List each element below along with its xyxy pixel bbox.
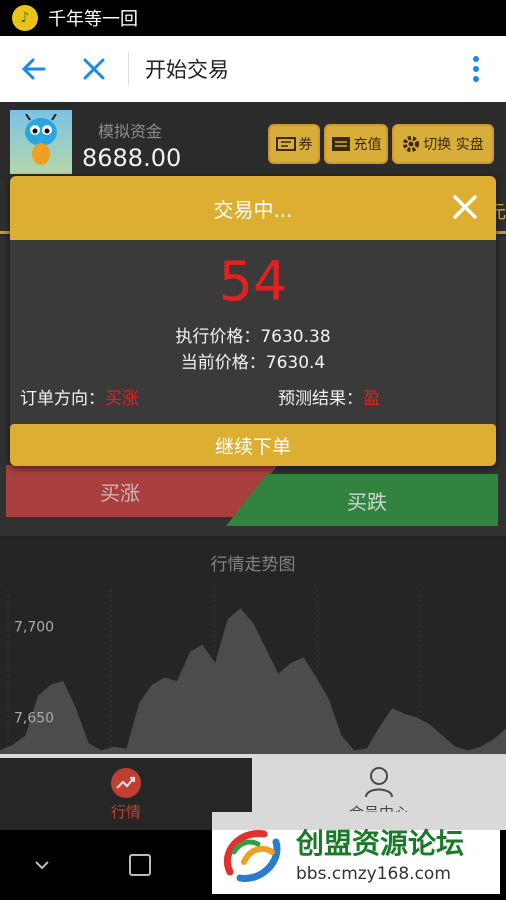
status-app-name: 千年等一回 (48, 9, 138, 30)
current-price-row: 当前价格：7630.4 (10, 348, 496, 373)
prediction-result-label: 预测结果： (278, 389, 363, 409)
chevron-down-icon[interactable] (34, 860, 50, 870)
order-direction-row: 订单方向：买涨 (20, 384, 139, 409)
more-menu-button[interactable] (446, 36, 506, 102)
fund-label: 模拟资金 (98, 122, 163, 141)
account-header: 模拟资金 8688.00 券 充值 切换 实盘 (0, 102, 506, 182)
exec-price-label: 执行价格： (175, 327, 261, 347)
more-vertical-icon (473, 56, 479, 82)
dialog-header: 交易中... (10, 176, 496, 240)
fund-value: 8688.00 (82, 144, 182, 172)
dialog-title: 交易中... (213, 197, 293, 222)
switch-label: 切换 实盘 (423, 137, 484, 153)
trading-dialog: 交易中... 54 执行价格：7630.38 当前价格：7630.4 订单方向：… (10, 176, 496, 466)
close-button[interactable] (66, 36, 122, 102)
voucher-button[interactable]: 券 (268, 124, 320, 164)
close-icon (83, 58, 105, 80)
wallet-icon (331, 137, 350, 151)
order-direction-value: 买涨 (105, 389, 139, 409)
watermark-logo-icon (223, 830, 281, 882)
close-dialog-icon[interactable] (450, 192, 480, 222)
watermark-text: 创盟资源论坛 bbs.cmzy168.com (296, 822, 464, 884)
app-logo-icon: ♪ (12, 5, 38, 31)
square-icon[interactable] (128, 853, 152, 877)
gear-icon (403, 136, 420, 152)
avatar[interactable] (10, 110, 72, 174)
watermark-url: bbs.cmzy168.com (296, 864, 451, 884)
recharge-label: 充值 (353, 137, 382, 153)
continue-order-label: 继续下单 (214, 435, 291, 458)
ticket-icon (275, 137, 296, 151)
back-button[interactable] (0, 36, 66, 102)
exec-price-row: 执行价格：7630.38 (10, 322, 496, 347)
recharge-button[interactable]: 充值 (324, 124, 388, 164)
order-direction-label: 订单方向： (20, 389, 105, 409)
page-title: 开始交易 (145, 58, 229, 82)
ant-mascot-icon (25, 114, 57, 165)
continue-order-button[interactable]: 继续下单 (10, 424, 496, 466)
voucher-label: 券 (298, 137, 313, 153)
current-price-label: 当前价格： (180, 353, 266, 373)
prediction-result-value: 盈 (363, 389, 380, 409)
arrow-left-icon (21, 58, 46, 80)
countdown-timer: 54 (218, 250, 288, 313)
nav-bar: 开始交易 (0, 36, 506, 102)
status-bar: ♪ 千年等一回 (0, 0, 506, 36)
current-price-value: 7630.4 (265, 353, 326, 373)
exec-price-value: 7630.38 (260, 327, 331, 347)
prediction-result-row: 预测结果：盈 (278, 384, 380, 409)
switch-real-button[interactable]: 切换 实盘 (392, 124, 494, 164)
nav-divider (128, 52, 129, 86)
